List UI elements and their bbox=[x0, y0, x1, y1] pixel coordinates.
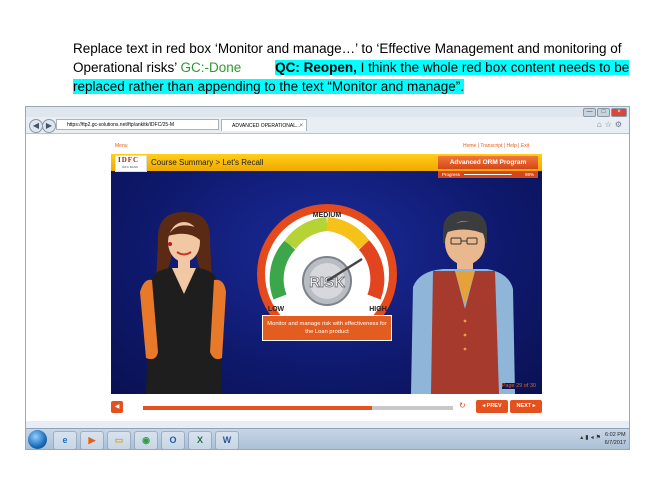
caption-red-box: Monitor and manage risk with effectivene… bbox=[262, 315, 392, 341]
address-bar[interactable]: https://ftp2.gc-solutions.net/ftp/ankitk… bbox=[56, 119, 219, 130]
chrome-icon[interactable]: ◉ bbox=[134, 431, 158, 449]
gauge-medium-label: MEDIUM bbox=[313, 212, 342, 219]
player-controls: ◀ ↻ ◂ PREV NEXT ▸ bbox=[111, 399, 542, 415]
speaker-icon: ◀ bbox=[114, 404, 120, 410]
program-name: Advanced ORM Program bbox=[438, 156, 538, 169]
gc-status: GC:-Done bbox=[180, 60, 242, 75]
settings-icon[interactable]: ⚙ bbox=[615, 120, 625, 129]
course-header: IDFC IDFC BANK Course Summary > Let's Re… bbox=[111, 154, 542, 172]
next-button[interactable]: NEXT ▸ bbox=[510, 400, 542, 413]
comment-line-2: Operational risks’ bbox=[73, 60, 181, 75]
toolbar-icons: ⌂☆⚙ bbox=[597, 120, 625, 129]
favorites-icon[interactable]: ☆ bbox=[605, 120, 615, 129]
help-link[interactable]: Help bbox=[506, 143, 516, 149]
course-stage: IDFC IDFC BANK Course Summary > Let's Re… bbox=[111, 154, 542, 394]
forward-icon[interactable]: ▶ bbox=[42, 119, 56, 133]
back-icon[interactable]: ◀ bbox=[29, 119, 43, 133]
progress-track bbox=[464, 174, 512, 175]
outlook-icon[interactable]: O bbox=[161, 431, 185, 449]
logo-sub: IDFC BANK bbox=[122, 165, 139, 169]
seek-fill bbox=[143, 406, 373, 410]
flag-icon[interactable]: ⚑ bbox=[596, 435, 603, 441]
woman-character bbox=[140, 212, 226, 394]
course-page: Menu Home | Transcript | Help | Exit IDF… bbox=[26, 134, 629, 421]
risk-gauge: RISK MEDIUM LOW HIGH bbox=[257, 204, 397, 321]
home-icon[interactable]: ⌂ bbox=[597, 120, 605, 129]
close-button[interactable]: × bbox=[611, 108, 627, 117]
start-button[interactable] bbox=[28, 430, 47, 449]
progress-fill bbox=[464, 174, 512, 175]
exit-link[interactable]: Exit bbox=[521, 143, 529, 149]
media-player-icon[interactable]: ▶ bbox=[80, 431, 104, 449]
man-character bbox=[411, 211, 515, 394]
clock-time: 6:02 PM bbox=[605, 432, 626, 438]
browser-navbar: ◀ ▶ https://ftp2.gc-solutions.net/ftp/an… bbox=[26, 117, 629, 134]
system-tray: ▴▮◂⚑ bbox=[580, 434, 603, 441]
internet-explorer-icon[interactable]: e bbox=[53, 431, 77, 449]
idfc-logo: IDFC IDFC BANK bbox=[115, 155, 147, 172]
transcript-link[interactable]: Transcript bbox=[480, 143, 502, 149]
menu-link[interactable]: Menu bbox=[115, 143, 128, 149]
progress-label: Progress bbox=[442, 172, 461, 177]
browser-tab[interactable]: ADVANCED OPERATIONAL... × bbox=[221, 119, 307, 131]
home-link[interactable]: Home bbox=[463, 143, 476, 149]
comment-line-1: Replace text in red box ‘Monitor and man… bbox=[73, 41, 622, 56]
page-number: Page 29 of 30 bbox=[501, 383, 536, 389]
clock[interactable]: 6:02 PM 6/7/2017 bbox=[605, 431, 626, 447]
excel-icon[interactable]: X bbox=[188, 431, 212, 449]
seek-bar[interactable] bbox=[143, 406, 453, 410]
clock-date: 6/7/2017 bbox=[604, 440, 626, 446]
gauge-high-label: HIGH bbox=[369, 306, 387, 313]
progress-panel: Progress 98% bbox=[438, 171, 538, 178]
browser-screenshot: — □ × ◀ ▶ https://ftp2.gc-solutions.net/… bbox=[25, 106, 630, 450]
minimize-button[interactable]: — bbox=[583, 108, 596, 117]
qc-label: QC: Reopen, bbox=[275, 60, 357, 75]
gauge-center-label: RISK bbox=[309, 274, 345, 291]
gauge-low-label: LOW bbox=[268, 306, 285, 313]
word-icon[interactable]: W bbox=[215, 431, 239, 449]
volume-button[interactable]: ◀ bbox=[111, 401, 123, 413]
tab-close-icon[interactable]: × bbox=[299, 120, 303, 132]
window-buttons: — □ × bbox=[583, 108, 627, 117]
logo-main: IDFC bbox=[118, 156, 140, 164]
tab-title: ADVANCED OPERATIONAL... bbox=[232, 123, 301, 129]
window-titlebar: — □ × bbox=[26, 107, 629, 117]
windows-taskbar: e ▶ ▭ ◉ O X W ▴▮◂⚑ 6:02 PM 6/7/2017 bbox=[26, 428, 629, 449]
course-title: Course Summary > Let's Recall bbox=[151, 158, 264, 167]
prev-button[interactable]: ◂ PREV bbox=[476, 400, 508, 413]
progress-value: 98% bbox=[524, 172, 534, 177]
folder-icon[interactable]: ▭ bbox=[107, 431, 131, 449]
maximize-button[interactable]: □ bbox=[597, 108, 610, 117]
replay-icon[interactable]: ↻ bbox=[459, 401, 466, 410]
document-comment: Replace text in red box ‘Monitor and man… bbox=[73, 39, 643, 96]
top-links: Home | Transcript | Help | Exit bbox=[463, 143, 530, 149]
